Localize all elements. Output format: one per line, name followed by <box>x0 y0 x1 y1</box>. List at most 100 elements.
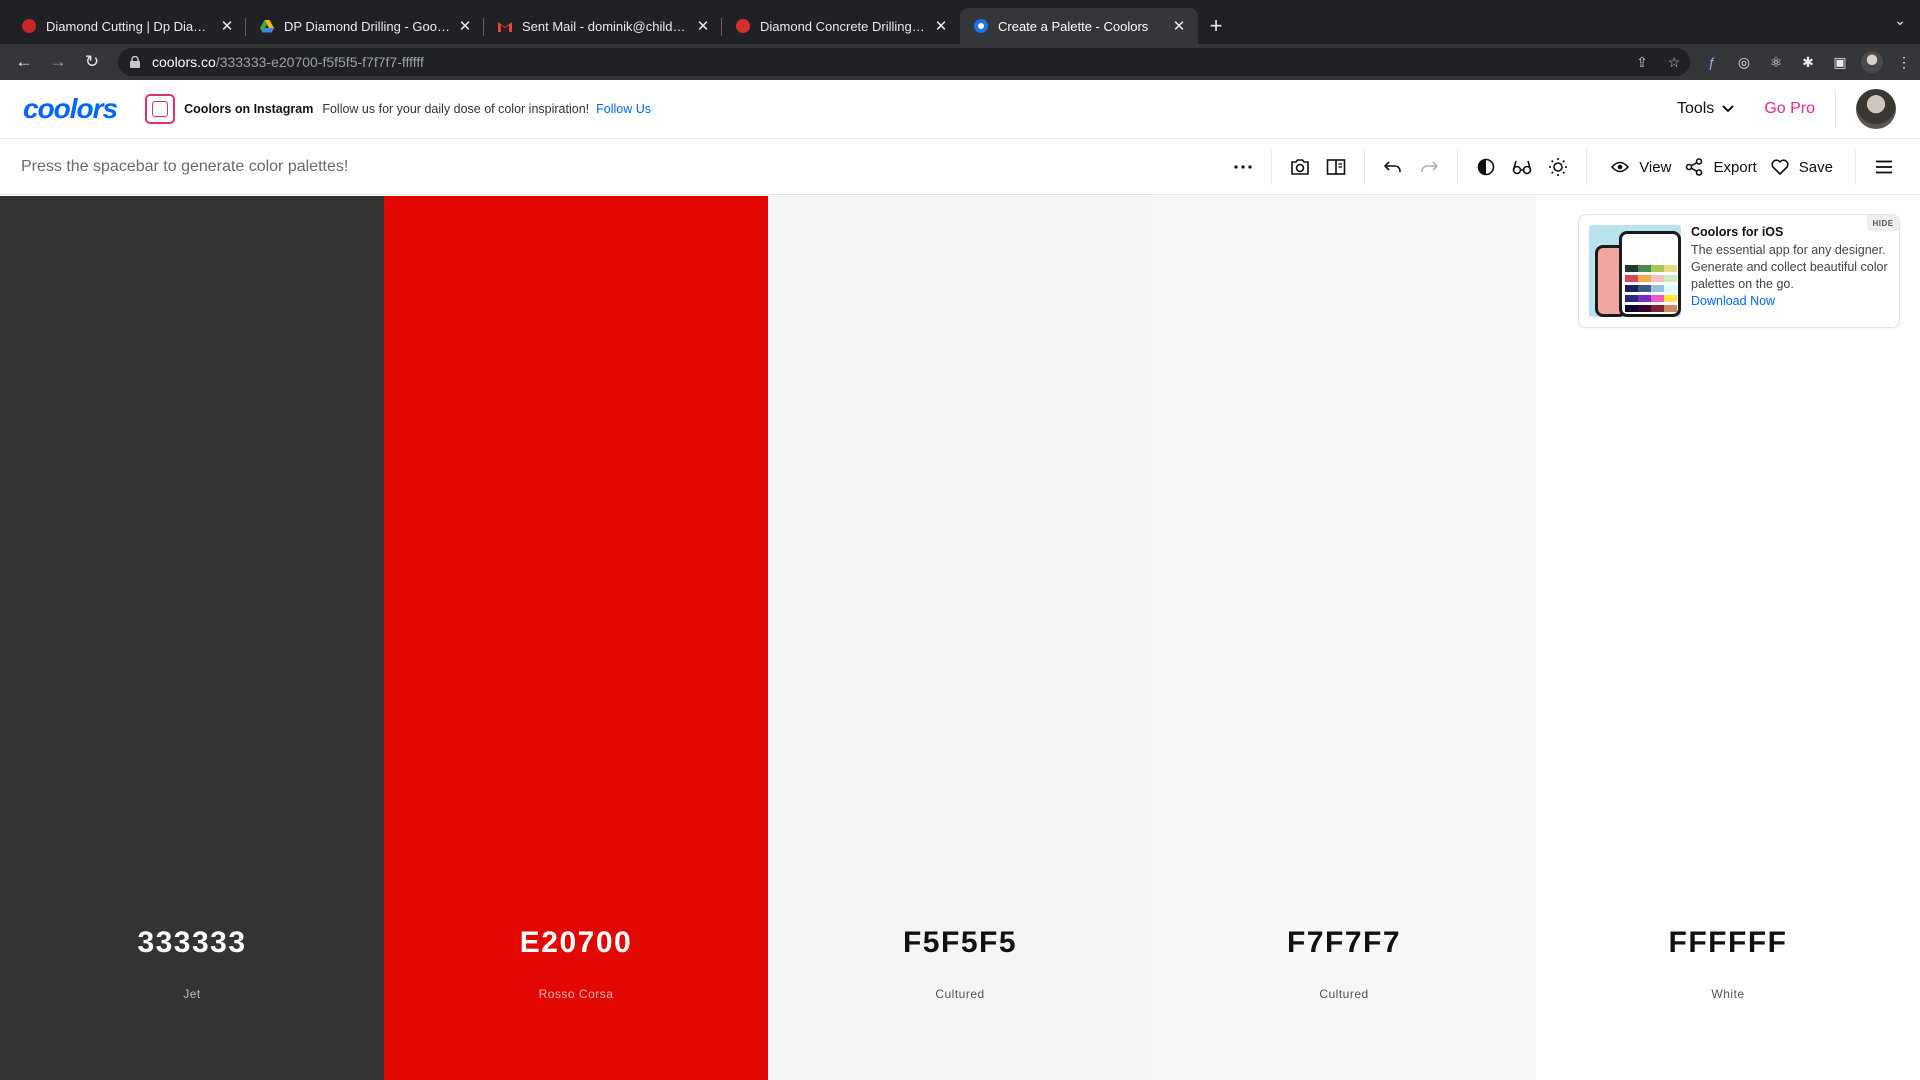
follow-us-link[interactable]: Follow Us <box>596 102 651 116</box>
hex-code[interactable]: F5F5F5 <box>768 926 1152 960</box>
more-vertical-icon[interactable]: ⋮ <box>1888 48 1920 76</box>
color-name: Cultured <box>1319 987 1369 1001</box>
share-icon <box>1686 158 1703 176</box>
book-icon[interactable] <box>1318 149 1354 185</box>
hex-code[interactable]: E20700 <box>384 926 768 960</box>
color-name: Jet <box>183 987 201 1001</box>
browser-tab[interactable]: Sent Mail - dominik@childsey.c ✕ <box>484 8 722 44</box>
browser-tab-active[interactable]: Create a Palette - Coolors ✕ <box>960 8 1198 44</box>
share-icon[interactable]: ⇪ <box>1626 54 1658 71</box>
export-button[interactable]: Export <box>1685 158 1757 176</box>
close-icon[interactable]: ✕ <box>1170 17 1188 35</box>
gmail-icon <box>498 19 512 33</box>
toolbar-divider <box>1457 149 1459 185</box>
side-panel-icon[interactable]: ▣ <box>1824 48 1856 76</box>
address-bar[interactable]: coolors.co/333333-e20700-f5f5f5-f7f7f7-f… <box>118 48 1690 76</box>
view-label: View <box>1639 158 1672 176</box>
tab-favicon-icon <box>736 19 750 33</box>
view-button[interactable]: View <box>1611 159 1671 176</box>
color-palette: 333333 Jet E20700 Rosso Corsa F5F5F5 Cul… <box>0 196 1920 1080</box>
browser-tab[interactable]: Diamond Concrete Drilling & Su ✕ <box>722 8 960 44</box>
palette-toolbar: Press the spacebar to generate color pal… <box>0 140 1920 195</box>
color-swatch[interactable]: FFFFFF White <box>1536 196 1920 1080</box>
instagram-icon <box>145 94 176 124</box>
toolbar-divider <box>1855 149 1856 185</box>
url-path: /333333-e20700-f5f5f5-f7f7f7-ffffff <box>215 54 424 70</box>
extension-icon[interactable]: ƒ <box>1696 48 1728 76</box>
close-icon[interactable]: ✕ <box>456 17 474 35</box>
color-swatch[interactable]: F7F7F7 Cultured <box>1152 196 1536 1080</box>
glasses-icon[interactable] <box>1504 149 1540 185</box>
lock-icon <box>130 56 140 68</box>
eye-icon <box>1611 161 1630 173</box>
camera-icon[interactable] <box>1282 149 1318 185</box>
tab-title: DP Diamond Drilling - Google D <box>284 18 450 34</box>
promo-title: Coolors on Instagram <box>184 102 314 116</box>
undo-icon[interactable] <box>1375 149 1411 185</box>
color-swatch[interactable]: E20700 Rosso Corsa <box>384 196 768 1080</box>
tools-label: Tools <box>1676 100 1715 117</box>
promo-text: Follow us for your daily dose of color i… <box>322 102 590 116</box>
browser-tab[interactable]: Diamond Cutting | Dp Diamond ✕ <box>8 8 246 44</box>
google-drive-icon <box>260 19 274 33</box>
coolors-favicon-icon <box>974 19 988 33</box>
color-swatch[interactable]: F5F5F5 Cultured <box>768 196 1152 1080</box>
export-label: Export <box>1713 158 1757 176</box>
user-avatar[interactable] <box>1856 89 1896 129</box>
color-name: Cultured <box>935 987 985 1001</box>
toolbar-divider <box>1586 149 1588 185</box>
close-icon[interactable]: ✕ <box>694 17 712 35</box>
toolbar-divider <box>1364 149 1366 185</box>
heart-icon <box>1771 159 1789 175</box>
save-label: Save <box>1798 158 1833 176</box>
hex-code[interactable]: 333333 <box>0 926 384 960</box>
app-screenshot-image <box>1589 225 1681 317</box>
bookmark-star-icon[interactable]: ☆ <box>1658 54 1690 71</box>
tab-favicon-icon <box>22 19 36 33</box>
back-button[interactable]: ← <box>8 48 40 76</box>
tab-title: Diamond Cutting | Dp Diamond <box>46 18 212 34</box>
close-icon[interactable]: ✕ <box>218 17 236 35</box>
hide-ad-button[interactable]: HIDE <box>1867 215 1899 231</box>
hex-code[interactable]: FFFFFF <box>1536 926 1920 960</box>
extensions-area: ƒ ◎ ⚛ ✱ ▣ ⋮ <box>1696 48 1920 76</box>
hex-code[interactable]: F7F7F7 <box>1152 926 1536 960</box>
browser-tab[interactable]: DP Diamond Drilling - Google D ✕ <box>246 8 484 44</box>
forward-button[interactable]: → <box>42 48 74 76</box>
compass-icon[interactable]: ◎ <box>1728 48 1760 76</box>
close-icon[interactable]: ✕ <box>932 17 950 35</box>
ad-title: Coolors for iOS <box>1691 225 1784 239</box>
redo-icon[interactable] <box>1411 149 1447 185</box>
chevron-down-icon <box>1722 105 1735 113</box>
tab-search-chevron-icon[interactable]: ⌄ <box>1894 12 1906 29</box>
hamburger-menu-icon[interactable] <box>1866 149 1902 185</box>
new-tab-button[interactable]: + <box>1198 8 1234 44</box>
browser-toolbar: ← → ↻ coolors.co/333333-e20700-f5f5f5-f7… <box>0 44 1920 80</box>
url-host: coolors.co <box>152 54 216 70</box>
react-devtools-icon[interactable]: ⚛ <box>1760 48 1792 76</box>
color-name: White <box>1711 987 1745 1001</box>
download-now-link[interactable]: Download Now <box>1691 294 1775 308</box>
save-button[interactable]: Save <box>1771 159 1833 176</box>
brightness-icon[interactable] <box>1540 149 1576 185</box>
spacebar-hint: Press the spacebar to generate color pal… <box>21 158 349 175</box>
reload-button[interactable]: ↻ <box>76 48 108 76</box>
browser-tab-bar: Diamond Cutting | Dp Diamond ✕ DP Diamon… <box>0 0 1920 44</box>
toolbar-divider <box>1271 149 1273 185</box>
contrast-icon[interactable] <box>1468 149 1504 185</box>
coolors-logo[interactable]: coolors <box>23 93 118 125</box>
puzzle-icon[interactable]: ✱ <box>1792 48 1824 76</box>
color-swatch[interactable]: 333333 Jet <box>0 196 384 1080</box>
tools-menu[interactable]: Tools <box>1676 100 1735 118</box>
color-name: Rosso Corsa <box>538 987 614 1001</box>
site-header: coolors Coolors on Instagram Follow us f… <box>0 80 1920 139</box>
tab-title: Create a Palette - Coolors <box>998 18 1149 34</box>
profile-avatar[interactable] <box>1856 48 1888 76</box>
tab-title: Sent Mail - dominik@childsey.c <box>522 18 688 34</box>
go-pro-link[interactable]: Go Pro <box>1764 100 1815 118</box>
ios-app-ad: Coolors for iOS The essential app for an… <box>1578 214 1900 328</box>
tab-title: Diamond Concrete Drilling & Su <box>760 18 926 34</box>
header-divider <box>1835 90 1836 128</box>
ad-description: The essential app for any designer. Gene… <box>1691 243 1888 291</box>
more-options-icon[interactable] <box>1225 149 1261 185</box>
